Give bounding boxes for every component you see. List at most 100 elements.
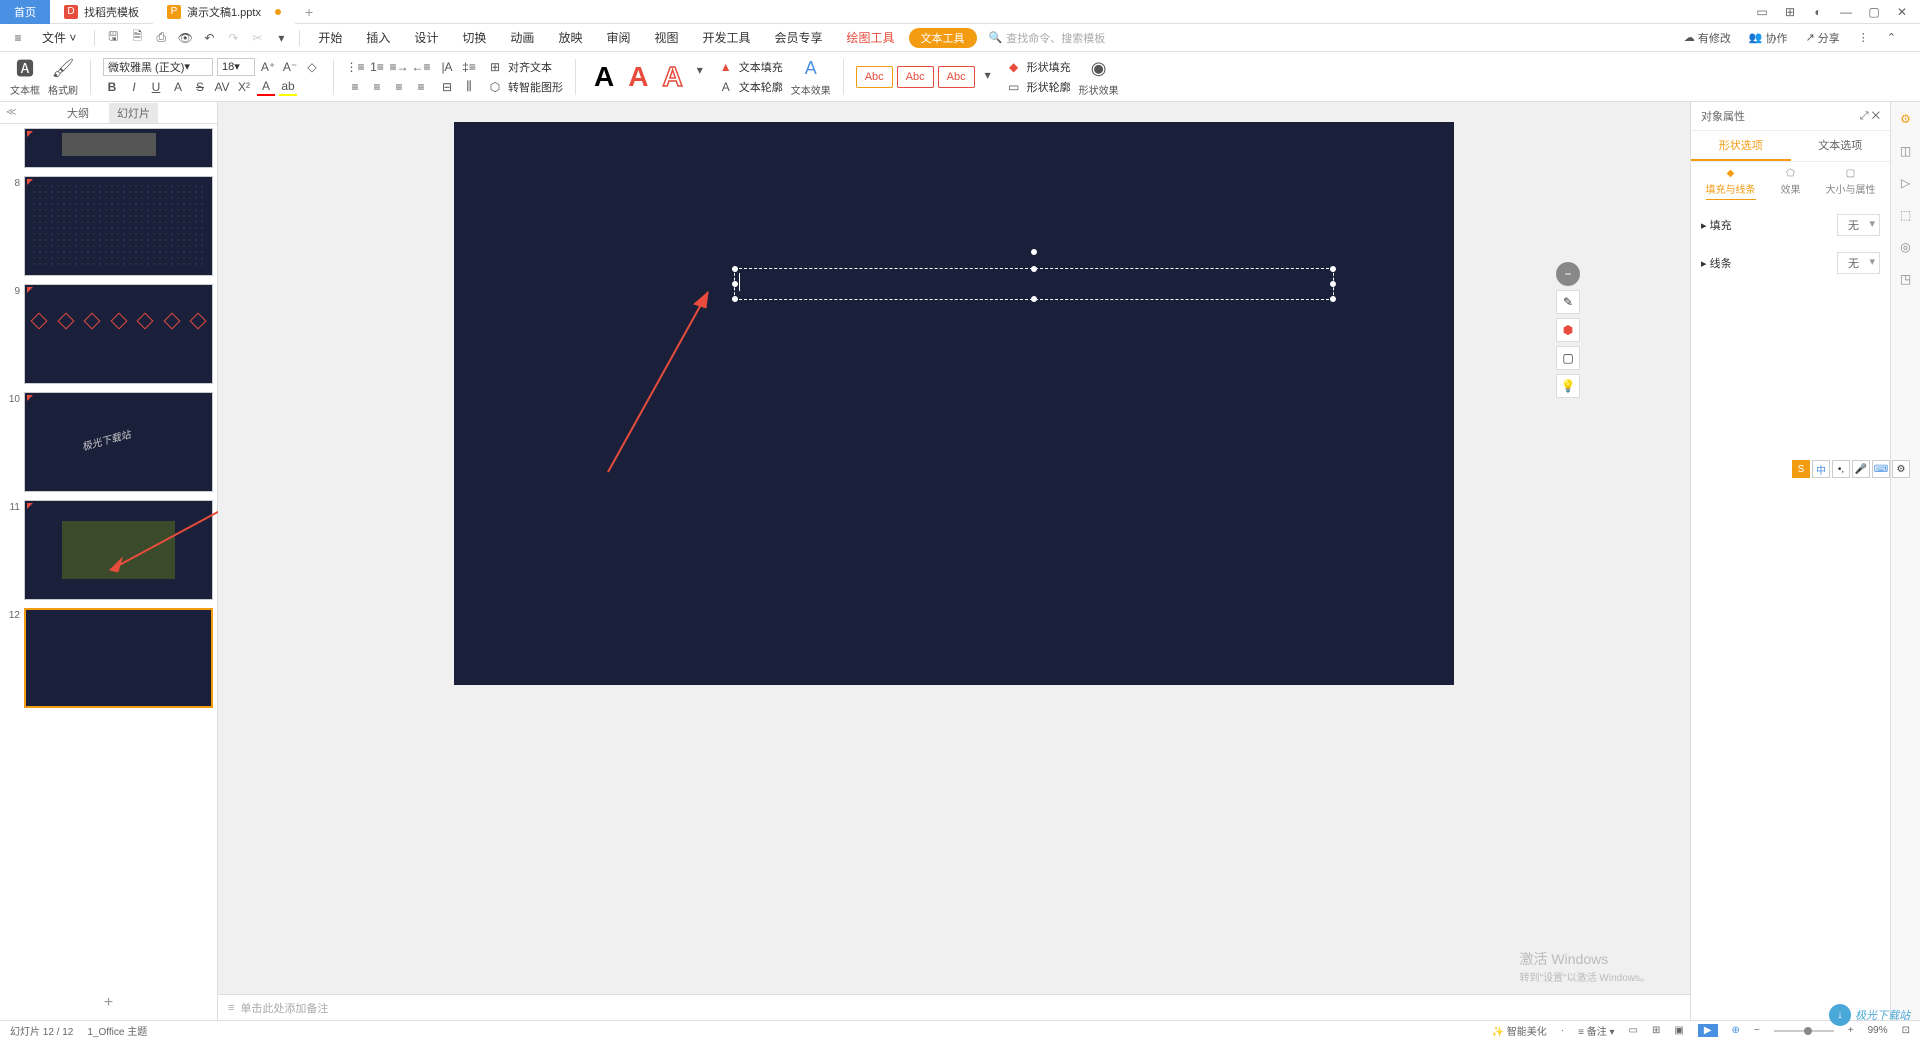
text-fill-icon[interactable]: ▲ bbox=[717, 58, 735, 76]
menu-view[interactable]: 视图 bbox=[644, 29, 688, 46]
menu-start[interactable]: 开始 bbox=[308, 29, 352, 46]
float-layout-icon[interactable]: ▢ bbox=[1556, 346, 1580, 370]
collab-button[interactable]: 👥协作 bbox=[1743, 30, 1794, 46]
collapse-ribbon-icon[interactable]: ⌃ bbox=[1881, 31, 1902, 44]
rail-location-icon[interactable]: ◎ bbox=[1897, 238, 1915, 256]
resize-handle[interactable] bbox=[1330, 266, 1336, 272]
resize-handle[interactable] bbox=[732, 266, 738, 272]
format-painter-group[interactable]: 🖌格式刷 bbox=[48, 56, 78, 97]
zoom-in-icon[interactable]: + bbox=[1848, 1025, 1854, 1036]
outline-tab[interactable]: 大纲 bbox=[59, 103, 97, 123]
textbox-group[interactable]: 🅰文本框 bbox=[10, 56, 40, 97]
zoom-slider[interactable] bbox=[1774, 1030, 1834, 1032]
size-subtab[interactable]: ▢大小与属性 bbox=[1826, 168, 1876, 200]
smartart-icon[interactable]: ⬡ bbox=[486, 78, 504, 96]
direction-icon[interactable]: |A bbox=[438, 58, 456, 76]
ime-keyboard-icon[interactable]: ⌨ bbox=[1872, 460, 1890, 478]
preview-icon[interactable]: 👁 bbox=[175, 28, 195, 48]
tab-home[interactable]: 首页 bbox=[0, 0, 50, 24]
wordart-style-2[interactable]: A bbox=[622, 61, 654, 93]
bullets-icon[interactable]: ⋮≡ bbox=[346, 58, 364, 76]
slide-thumb-12[interactable]: 12 bbox=[4, 608, 213, 708]
text-outline-icon[interactable]: A bbox=[717, 78, 735, 96]
float-fill-icon[interactable]: ⬢ bbox=[1556, 318, 1580, 342]
view-normal-icon[interactable]: ▭ bbox=[1629, 1025, 1638, 1036]
menu-design[interactable]: 设计 bbox=[404, 29, 448, 46]
fill-line-subtab[interactable]: ◆填充与线条 bbox=[1706, 168, 1756, 200]
saveas-icon[interactable]: 🗎 bbox=[127, 28, 147, 48]
rail-animate-icon[interactable]: ▷ bbox=[1897, 174, 1915, 192]
tab-document[interactable]: P演示文稿1.pptx bbox=[153, 0, 295, 24]
align-text-icon[interactable]: ⊞ bbox=[486, 58, 504, 76]
spacing-icon[interactable]: AV bbox=[213, 78, 231, 96]
italic-icon[interactable]: I bbox=[125, 78, 143, 96]
slides-tab[interactable]: 幻灯片 bbox=[109, 103, 158, 123]
menu-devtools[interactable]: 开发工具 bbox=[692, 29, 760, 46]
line-spacing-icon[interactable]: ‡≡ bbox=[460, 58, 478, 76]
slide-thumb-7[interactable] bbox=[4, 128, 213, 168]
align-justify-icon[interactable]: ≡ bbox=[412, 78, 430, 96]
resize-handle[interactable] bbox=[732, 296, 738, 302]
ime-mic-icon[interactable]: 🎤 bbox=[1852, 460, 1870, 478]
apps-icon[interactable]: ⊞ bbox=[1782, 4, 1798, 20]
clear-format-icon[interactable]: ◇ bbox=[303, 58, 321, 76]
font-color-icon[interactable]: A bbox=[257, 78, 275, 96]
wordart-style-3[interactable]: A bbox=[656, 61, 688, 93]
rail-style-icon[interactable]: ◫ bbox=[1897, 142, 1915, 160]
resize-handle[interactable] bbox=[732, 281, 738, 287]
columns-icon[interactable]: ⫼ bbox=[460, 78, 478, 96]
menu-text-tools[interactable]: 文本工具 bbox=[909, 28, 977, 48]
shape-style-3[interactable]: Abc bbox=[938, 66, 975, 88]
resize-handle[interactable] bbox=[1031, 266, 1037, 272]
float-tip-icon[interactable]: 💡 bbox=[1556, 374, 1580, 398]
notes-bar[interactable]: ≡ 单击此处添加备注 bbox=[218, 994, 1690, 1020]
beautify-button[interactable]: ✨ 智能美化 bbox=[1492, 1023, 1547, 1038]
menu-slideshow[interactable]: 放映 bbox=[548, 29, 592, 46]
resize-handle[interactable] bbox=[1330, 281, 1336, 287]
zoom-level[interactable]: 99% bbox=[1868, 1025, 1888, 1036]
shape-options-tab[interactable]: 形状选项 bbox=[1691, 131, 1791, 161]
font-name-select[interactable]: 微软雅黑 (正文) ▾ bbox=[103, 58, 213, 76]
shape-fill-icon[interactable]: ◆ bbox=[1005, 58, 1023, 76]
rail-select-icon[interactable]: ⬚ bbox=[1897, 206, 1915, 224]
close-panel-icon[interactable]: ✕ bbox=[1872, 110, 1880, 122]
inc-indent-icon[interactable]: ≡→ bbox=[390, 58, 408, 76]
pin-icon[interactable]: ⤢ bbox=[1860, 110, 1869, 122]
menu-transition[interactable]: 切换 bbox=[452, 29, 496, 46]
undo-icon[interactable]: ↶ bbox=[199, 28, 219, 48]
bold-icon[interactable]: B bbox=[103, 78, 121, 96]
underline-icon[interactable]: U bbox=[147, 78, 165, 96]
save-icon[interactable]: 🖫 bbox=[103, 28, 123, 48]
valign-icon[interactable]: ⊟ bbox=[438, 78, 456, 96]
ime-lang-icon[interactable]: 中 bbox=[1812, 460, 1830, 478]
align-center-icon[interactable]: ≡ bbox=[368, 78, 386, 96]
smartart-label[interactable]: 转智能图形 bbox=[508, 79, 563, 95]
effect-subtab[interactable]: ⬠效果 bbox=[1781, 168, 1801, 200]
menu-animation[interactable]: 动画 bbox=[500, 29, 544, 46]
shape-outline-icon[interactable]: ▭ bbox=[1005, 78, 1023, 96]
rail-settings-icon[interactable]: ⚙ bbox=[1897, 110, 1915, 128]
zoom-out-icon[interactable]: − bbox=[1754, 1025, 1760, 1036]
canvas-viewport[interactable]: − ✎ ⬢ ▢ 💡 bbox=[218, 102, 1690, 994]
line-select[interactable]: 无 bbox=[1837, 252, 1880, 274]
file-menu[interactable]: 文件 ˅ bbox=[32, 27, 86, 48]
text-options-tab[interactable]: 文本选项 bbox=[1791, 131, 1891, 161]
strike-icon[interactable]: S bbox=[191, 78, 209, 96]
float-pen-icon[interactable]: ✎ bbox=[1556, 290, 1580, 314]
hamburger-icon[interactable]: ≡ bbox=[8, 28, 28, 48]
rail-clip-icon[interactable]: ◳ bbox=[1897, 270, 1915, 288]
menu-insert[interactable]: 插入 bbox=[356, 29, 400, 46]
fill-select[interactable]: 无 bbox=[1837, 214, 1880, 236]
fit-icon[interactable]: ⊡ bbox=[1902, 1025, 1910, 1036]
font-size-select[interactable]: 18 ▾ bbox=[217, 58, 255, 76]
slides-list[interactable]: 8 9 10极光下载站 11 12 bbox=[0, 124, 217, 986]
align-right-icon[interactable]: ≡ bbox=[390, 78, 408, 96]
view-sorter-icon[interactable]: ⊞ bbox=[1652, 1025, 1660, 1036]
resize-handle[interactable] bbox=[1031, 296, 1037, 302]
menu-review[interactable]: 审阅 bbox=[596, 29, 640, 46]
dec-indent-icon[interactable]: ←≡ bbox=[412, 58, 430, 76]
ime-settings-icon[interactable]: ⚙ bbox=[1892, 460, 1910, 478]
maximize-icon[interactable]: ▢ bbox=[1866, 4, 1882, 20]
view-slideshow-icon[interactable]: ▶ bbox=[1698, 1024, 1718, 1037]
slide-thumb-8[interactable]: 8 bbox=[4, 176, 213, 276]
